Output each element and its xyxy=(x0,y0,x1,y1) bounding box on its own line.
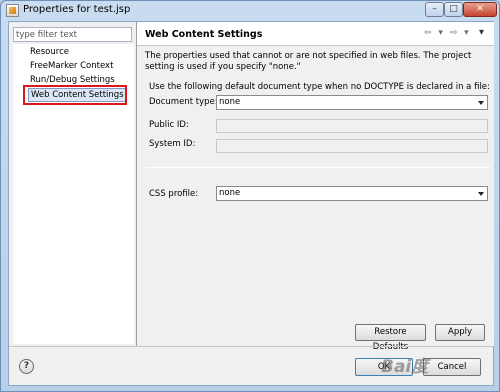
page-header: Web Content Settings ⇦ ▾ ⇨ ▾ ▾ xyxy=(137,22,494,46)
back-forward-arrows-icon[interactable]: ⇦ ▾ ⇨ ▾ xyxy=(424,28,471,38)
close-button[interactable]: ✕ xyxy=(463,2,497,17)
document-type-combo[interactable]: none xyxy=(216,95,488,110)
tree-item-freemarker-context[interactable]: FreeMarker Context xyxy=(28,60,115,74)
description-text: The properties used that cannot or are n… xyxy=(145,51,472,72)
title-bar[interactable]: Properties for test.jsp – □ ✕ xyxy=(1,1,499,21)
properties-dialog: Properties for test.jsp – □ ✕ Resource F… xyxy=(0,0,500,392)
css-profile-value: none xyxy=(219,188,241,198)
minimize-button[interactable]: – xyxy=(425,2,444,17)
document-type-value: none xyxy=(219,97,241,107)
footer-separator xyxy=(9,346,493,347)
maximize-button[interactable]: □ xyxy=(444,2,463,17)
chevron-down-icon xyxy=(478,101,484,105)
cancel-button[interactable]: Cancel xyxy=(423,358,481,376)
chevron-down-icon xyxy=(478,192,484,196)
right-panel: Web Content Settings ⇦ ▾ ⇨ ▾ ▾ The prope… xyxy=(137,22,494,352)
filter-input[interactable] xyxy=(13,27,132,42)
ok-button[interactable]: OK xyxy=(355,358,413,376)
red-highlight-box xyxy=(23,85,127,105)
left-panel: Resource FreeMarker Context Run/Debug Se… xyxy=(9,22,136,346)
apply-button[interactable]: Apply xyxy=(435,324,485,341)
dialog-body: Resource FreeMarker Context Run/Debug Se… xyxy=(8,21,494,386)
separator xyxy=(145,167,490,168)
public-id-field xyxy=(216,119,488,133)
public-id-label: Public ID: xyxy=(149,120,189,130)
page-title: Web Content Settings xyxy=(145,29,263,40)
view-menu-icon[interactable]: ▾ xyxy=(479,27,484,38)
system-id-label: System ID: xyxy=(149,139,196,149)
document-type-label: Document type: xyxy=(149,97,218,107)
tree-item-resource[interactable]: Resource xyxy=(28,46,71,60)
system-id-field xyxy=(216,139,488,153)
css-profile-label: CSS profile: xyxy=(149,189,199,199)
default-doctype-label: Use the following default document type … xyxy=(149,82,490,92)
app-icon xyxy=(6,4,19,17)
css-profile-combo[interactable]: none xyxy=(216,186,488,201)
help-icon[interactable]: ? xyxy=(19,359,34,374)
window-title: Properties for test.jsp xyxy=(23,4,131,15)
restore-defaults-button[interactable]: Restore Defaults xyxy=(355,324,426,352)
